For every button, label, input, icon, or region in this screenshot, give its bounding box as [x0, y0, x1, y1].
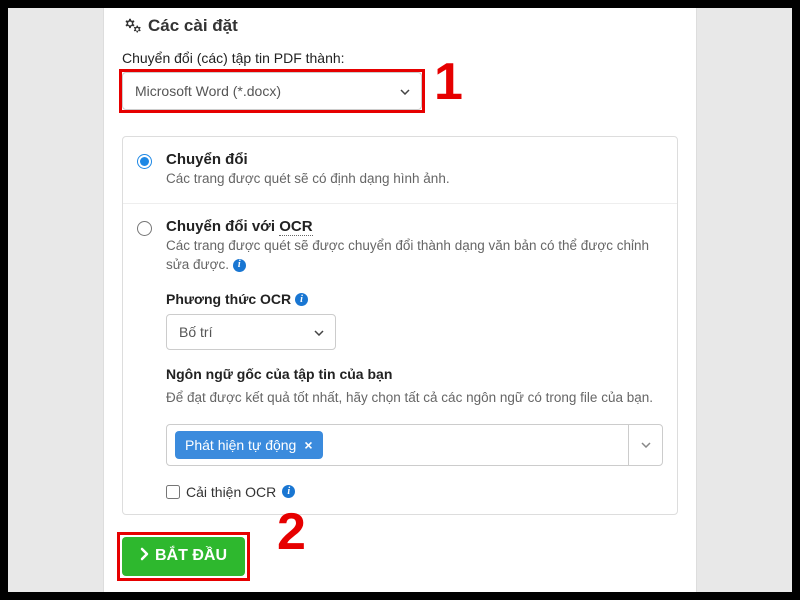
- source-language-label: Ngôn ngữ gốc của tập tin của bạn: [166, 366, 663, 382]
- convert-format-label: Chuyển đổi (các) tập tin PDF thành:: [122, 50, 678, 66]
- annotation-number-1: 1: [434, 52, 463, 112]
- ocr-method-label: Phương thức OCR i: [166, 291, 663, 307]
- ocr-term: OCR: [279, 218, 312, 236]
- annotation-number-2: 2: [277, 502, 306, 562]
- convert-format-value: Microsoft Word (*.docx): [135, 83, 281, 99]
- option-convert-basic-title: Chuyển đổi: [166, 151, 663, 168]
- improve-ocr-row: Cải thiện OCR i: [166, 484, 663, 500]
- language-tag-label: Phát hiện tự động: [185, 437, 296, 453]
- gears-icon: [122, 17, 142, 35]
- option-convert-ocr: Chuyển đổi với OCR Các trang được quét s…: [123, 203, 677, 514]
- convert-format-select[interactable]: Microsoft Word (*.docx): [122, 72, 422, 110]
- language-tag: Phát hiện tự động ×: [175, 431, 323, 459]
- improve-ocr-checkbox[interactable]: [166, 485, 180, 499]
- option-convert-ocr-desc: Các trang được quét sẽ được chuyển đổi t…: [166, 237, 663, 275]
- option-convert-basic-radio[interactable]: [137, 154, 152, 169]
- ocr-method-select[interactable]: Bố trí: [166, 314, 336, 350]
- remove-tag-icon[interactable]: ×: [304, 437, 312, 453]
- option-convert-basic-desc: Các trang được quét sẽ có định dạng hình…: [166, 170, 663, 189]
- settings-panel: Các cài đặt Chuyển đổi (các) tập tin PDF…: [103, 8, 697, 592]
- option-convert-basic[interactable]: Chuyển đổi Các trang được quét sẽ có địn…: [123, 137, 677, 203]
- ocr-method-value: Bố trí: [179, 324, 212, 340]
- caret-down-icon[interactable]: [628, 425, 662, 465]
- info-icon[interactable]: i: [295, 293, 308, 306]
- source-language-help: Để đạt được kết quả tốt nhất, hãy chọn t…: [166, 389, 663, 408]
- improve-ocr-label: Cải thiện OCR: [186, 484, 276, 500]
- settings-title: Các cài đặt: [148, 16, 238, 36]
- start-button-label: BẮT ĐẦU: [155, 547, 227, 565]
- settings-header: Các cài đặt: [122, 16, 678, 36]
- source-language-select[interactable]: Phát hiện tự động ×: [166, 424, 663, 466]
- option-convert-ocr-title: Chuyển đổi với OCR: [166, 218, 663, 235]
- convert-options-group: Chuyển đổi Các trang được quét sẽ có địn…: [122, 136, 678, 515]
- option-convert-ocr-radio[interactable]: [137, 221, 152, 236]
- convert-format-field: Chuyển đổi (các) tập tin PDF thành: Micr…: [122, 50, 678, 110]
- chevron-right-icon: [140, 547, 149, 566]
- start-button[interactable]: BẮT ĐẦU: [122, 537, 245, 576]
- info-icon[interactable]: i: [233, 259, 246, 272]
- info-icon[interactable]: i: [282, 485, 295, 498]
